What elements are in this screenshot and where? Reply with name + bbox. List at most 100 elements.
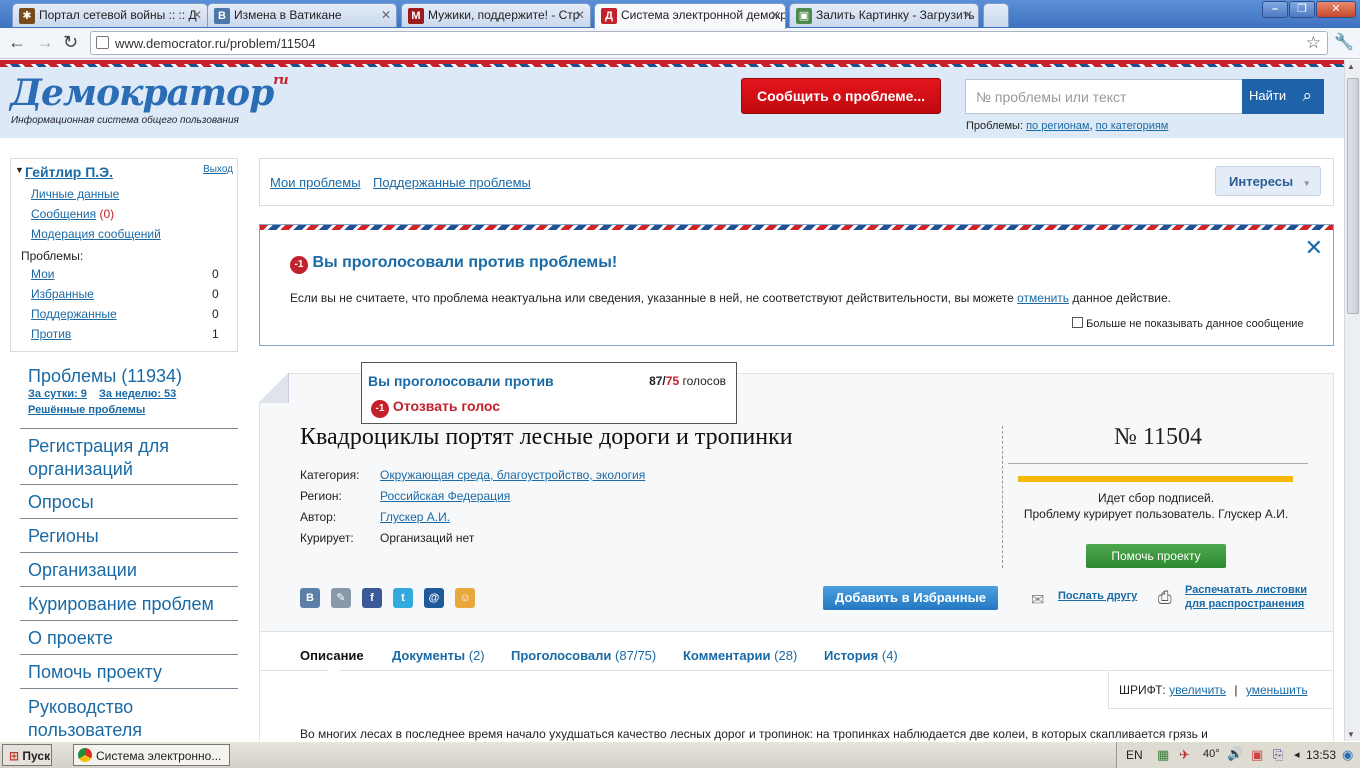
nav-day-link[interactable]: За сутки: 9: [28, 388, 87, 400]
font-decrease-link[interactable]: уменьшить: [1246, 683, 1308, 697]
nav-curation[interactable]: Курирование проблем: [28, 594, 214, 615]
tray-device-icon[interactable]: ⎘: [1273, 747, 1283, 763]
nav-week-link[interactable]: За неделю: 53: [99, 388, 176, 400]
my-problems-link[interactable]: Мои: [31, 267, 55, 281]
font-increase-link[interactable]: увеличить: [1169, 683, 1226, 697]
my-problems-top-link[interactable]: Мои проблемы: [270, 175, 361, 190]
scroll-up-icon[interactable]: ▲: [1347, 62, 1355, 71]
nav-about[interactable]: О проекте: [28, 628, 113, 649]
network-icon[interactable]: ▦: [1157, 747, 1169, 763]
browser-tab[interactable]: ▣ Залить Картинку - Загрузить ✕: [789, 3, 979, 27]
divider: [1008, 463, 1308, 464]
close-tab-icon[interactable]: ✕: [381, 8, 391, 22]
against-problems-link[interactable]: Против: [31, 327, 71, 341]
close-tab-icon[interactable]: ✕: [770, 8, 780, 22]
language-indicator[interactable]: EN: [1126, 748, 1143, 762]
send-to-friend-link[interactable]: Послать другу: [1058, 590, 1137, 602]
close-tab-icon[interactable]: ✕: [192, 8, 202, 22]
vertical-scrollbar[interactable]: ▲ ▼: [1344, 60, 1360, 741]
help-project-button[interactable]: Помочь проекту: [1086, 544, 1226, 568]
divider: [20, 688, 238, 689]
browser-tab-active[interactable]: Д Система электронной демокр ✕: [594, 3, 786, 29]
mailru-icon[interactable]: @: [424, 588, 444, 608]
tab-comments[interactable]: Комментарии (28): [683, 648, 797, 663]
user-name-link[interactable]: Гейтлир П.Э.: [25, 164, 113, 180]
nav-organizations[interactable]: Организации: [28, 560, 137, 581]
hide-message-checkbox[interactable]: [1072, 317, 1083, 328]
close-icon[interactable]: ✕: [1305, 235, 1323, 261]
nav-user-guide[interactable]: Руководство пользователя: [28, 696, 228, 741]
nav-problems[interactable]: Проблемы (11934): [28, 366, 182, 387]
clock: 13:53: [1306, 748, 1337, 762]
favorite-problems-link[interactable]: Избранные: [31, 287, 94, 301]
nav-polls[interactable]: Опросы: [28, 492, 94, 513]
close-tab-icon[interactable]: ✕: [963, 8, 973, 22]
search-button[interactable]: Найти ⌕: [1242, 79, 1324, 114]
new-tab-button[interactable]: [983, 3, 1009, 27]
wrench-icon[interactable]: 🔧: [1334, 32, 1354, 52]
interests-dropdown[interactable]: Интересы ▼: [1215, 166, 1321, 196]
web-page: Демократорru Информационная система обще…: [0, 60, 1344, 741]
antivirus-icon[interactable]: ✈: [1179, 747, 1190, 763]
tray-app-icon[interactable]: ▣: [1251, 747, 1263, 763]
print-leaflets-link[interactable]: Распечатать листовки для распространения: [1185, 583, 1307, 611]
vkontakte-icon[interactable]: В: [300, 588, 320, 608]
search-input[interactable]: № проблемы или текст: [965, 79, 1243, 114]
scroll-thumb[interactable]: [1347, 78, 1359, 314]
nav-regions[interactable]: Регионы: [28, 526, 99, 547]
facebook-icon[interactable]: f: [362, 588, 382, 608]
taskbar-window-chrome[interactable]: Система электронно...: [73, 744, 230, 766]
odnoklassniki-icon[interactable]: ☺: [455, 588, 475, 608]
livejournal-icon[interactable]: ✎: [331, 588, 351, 608]
minimize-icon[interactable]: –: [1262, 1, 1288, 18]
browser-toolbar: ← → ↻ www.democrator.ru/problem/11504 ☆ …: [0, 28, 1360, 59]
supported-problems-link[interactable]: Поддержанные: [31, 307, 117, 321]
by-categories-link[interactable]: по категориям: [1096, 120, 1169, 132]
report-problem-button[interactable]: Сообщить о проблеме...: [741, 78, 941, 114]
maximize-icon[interactable]: ❐: [1289, 1, 1315, 18]
browser-tab[interactable]: В Измена в Ватикане ✕: [207, 3, 397, 27]
nav-solved-link[interactable]: Решённые проблемы: [28, 404, 145, 416]
logout-link[interactable]: Выход: [203, 164, 233, 175]
tray-update-icon[interactable]: ◉: [1342, 747, 1353, 763]
site-logo[interactable]: Демократорru: [10, 72, 289, 114]
caret-down-icon: ▼: [15, 165, 24, 175]
bookmark-star-icon[interactable]: ☆: [1306, 33, 1321, 53]
minus-one-badge: -1: [290, 256, 308, 274]
divider: [20, 586, 238, 587]
revoke-vote-button[interactable]: -1 Отозвать голос: [371, 398, 500, 418]
nav-help-project[interactable]: Помочь проекту: [28, 662, 162, 683]
tray-arrow-icon[interactable]: ◂: [1294, 748, 1300, 761]
field-author-link[interactable]: Глускер А.И.: [380, 510, 450, 524]
notice-title: -1 Вы проголосовали против проблемы!: [290, 254, 617, 274]
by-regions-link[interactable]: по регионам: [1026, 120, 1089, 132]
my-problems-count: 0: [212, 267, 219, 281]
curated-by: Проблему курирует пользователь. Глускер …: [1023, 507, 1289, 521]
tab-documents[interactable]: Документы (2): [392, 648, 485, 663]
field-category-link[interactable]: Окружающая среда, благоустройство, эколо…: [380, 468, 645, 482]
nav-org-registration[interactable]: Регистрация для организаций: [28, 435, 228, 481]
back-icon[interactable]: ←: [8, 32, 26, 53]
address-bar[interactable]: www.democrator.ru/problem/11504 ☆: [90, 31, 1328, 55]
add-to-favorites-button[interactable]: Добавить в Избранные: [823, 586, 998, 610]
browser-tab[interactable]: ✱ Портал сетевой войны :: :: Д ✕: [12, 3, 208, 27]
volume-icon[interactable]: 🔊: [1227, 746, 1243, 762]
cancel-vote-link[interactable]: отменить: [1017, 291, 1069, 305]
close-tab-icon[interactable]: ✕: [575, 8, 585, 22]
close-window-icon[interactable]: ✕: [1316, 1, 1356, 18]
start-button[interactable]: ⊞ Пуск: [2, 744, 52, 766]
messages-link[interactable]: Сообщения: [31, 207, 96, 221]
tab-description[interactable]: Описание: [300, 648, 364, 663]
messages-item: Сообщения (0): [31, 207, 114, 221]
moderation-link[interactable]: Модерация сообщений: [31, 227, 161, 241]
twitter-icon[interactable]: t: [393, 588, 413, 608]
reload-icon[interactable]: ↻: [63, 32, 78, 53]
browser-tab[interactable]: M Мужики, поддержите! - Стр ✕: [401, 3, 591, 27]
field-region-link[interactable]: Российская Федерация: [380, 489, 510, 503]
tab-voted[interactable]: Проголосовали (87/75): [511, 648, 656, 663]
tab-history[interactable]: История (4): [824, 648, 898, 663]
supported-problems-top-link[interactable]: Поддержанные проблемы: [373, 175, 531, 190]
personal-data-link[interactable]: Личные данные: [31, 187, 119, 201]
forward-icon[interactable]: →: [36, 32, 54, 53]
scroll-down-icon[interactable]: ▼: [1347, 730, 1355, 739]
